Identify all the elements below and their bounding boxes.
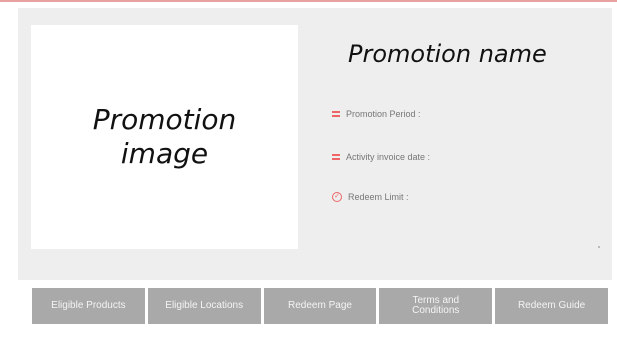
promotion-image-placeholder: Promotion image	[92, 103, 237, 170]
redeem-limit-label: Redeem Limit :	[348, 192, 409, 202]
promotion-period-label: Promotion Period :	[346, 109, 421, 119]
promotion-nav-bar: Eligible Products Eligible Locations Red…	[32, 288, 608, 324]
eligible-products-button[interactable]: Eligible Products	[32, 288, 145, 324]
redeem-limit-row: ✓ Redeem Limit :	[332, 192, 409, 202]
top-divider-line	[0, 0, 617, 2]
activity-invoice-date-label: Activity invoice date :	[346, 152, 431, 162]
promotion-panel: Promotion image Promotion name Promotion…	[18, 8, 612, 280]
promotion-period-row: Promotion Period :	[332, 109, 421, 119]
activity-invoice-date-row: Activity invoice date :	[332, 152, 430, 162]
check-circle-icon: ✓	[332, 192, 342, 202]
redeem-guide-button[interactable]: Redeem Guide	[495, 288, 608, 324]
eligible-locations-button[interactable]: Eligible Locations	[147, 288, 261, 324]
promotion-name: Promotion name	[348, 40, 547, 68]
terms-and-conditions-button[interactable]: Terms and Conditions	[379, 288, 493, 324]
list-icon	[332, 111, 340, 117]
decorative-dot	[598, 246, 600, 248]
list-icon	[332, 154, 340, 160]
redeem-page-button[interactable]: Redeem Page	[263, 288, 377, 324]
terms-and-conditions-label: Terms and Conditions	[412, 294, 460, 316]
promotion-image: Promotion image	[31, 25, 298, 249]
